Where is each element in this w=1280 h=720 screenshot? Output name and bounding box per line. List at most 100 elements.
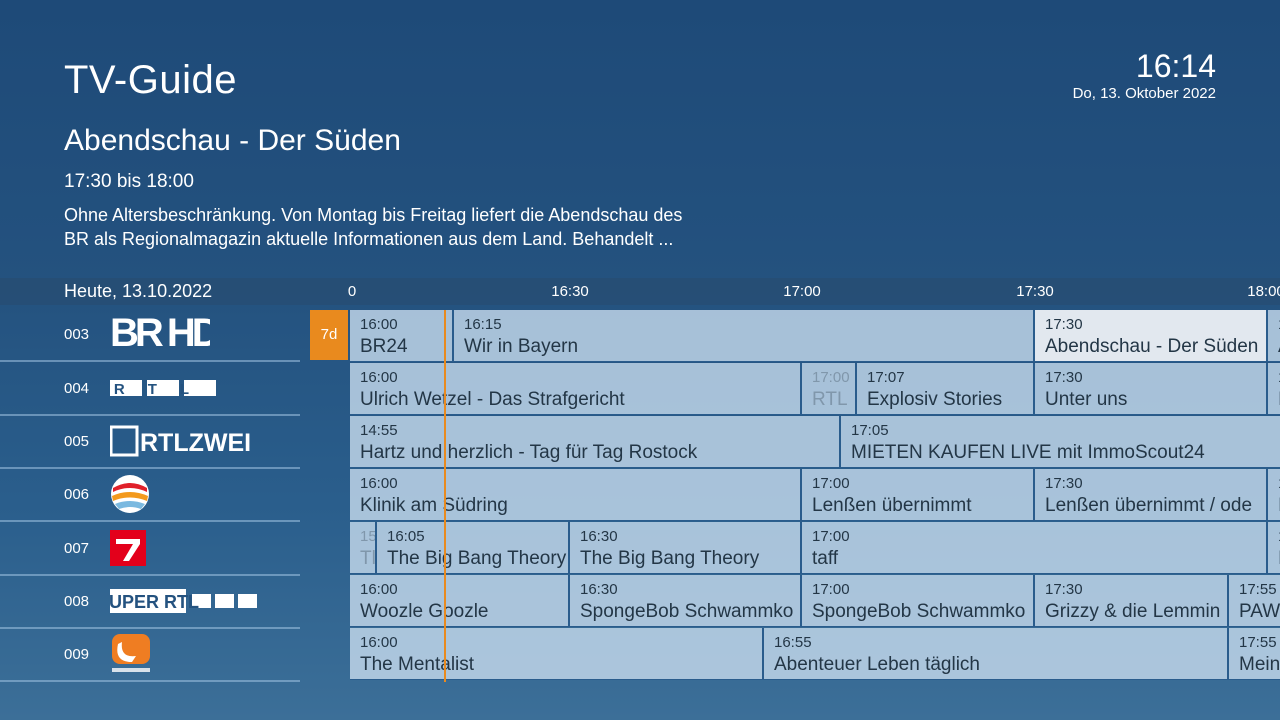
program-name: Wir in Bayern — [464, 336, 579, 357]
program-cell[interactable]: 17:55 PAW — [1229, 575, 1280, 627]
program-cell[interactable]: 16:00 Woozle Goozle — [350, 575, 570, 627]
program-cell-selected[interactable]: 17:30 Abendschau - Der Süden — [1035, 310, 1268, 362]
program-cell[interactable]: 17:55 Mein — [1229, 628, 1280, 680]
channel-number: 007 — [64, 540, 90, 557]
sat1-logo-icon — [110, 475, 150, 513]
program-start: 17:30 — [1045, 581, 1083, 598]
program-cell[interactable]: 16:30 The Big Bang Theory — [570, 522, 802, 574]
channel-number: 005 — [64, 433, 90, 450]
channel-row-006[interactable]: 006 — [0, 468, 300, 522]
program-name: MIETEN KAUFEN LIVE mit ImmoScout24 — [851, 442, 1205, 463]
program-cell[interactable]: 17:30 Lenßen übernimmt / ode — [1035, 469, 1268, 521]
program-cell[interactable]: 17:05 MIETEN KAUFEN LIVE mit ImmoScout24 — [841, 416, 1280, 468]
program-start: 17:00 — [812, 528, 850, 545]
channel-number: 009 — [64, 646, 90, 663]
program-start: 17:30 — [1045, 316, 1083, 333]
program-cell[interactable]: 1I — [1268, 522, 1280, 574]
program-cell[interactable]: 16:55 Abenteuer Leben täglich — [764, 628, 1229, 680]
program-name: Hartz und herzlich - Tag für Tag Rostock — [360, 442, 698, 463]
channel-row-007[interactable]: 007 — [0, 522, 300, 576]
program-cell[interactable]: 17:30 Unter uns — [1035, 363, 1268, 415]
program-name: Explosiv Stories — [867, 389, 1003, 410]
program-start: 16:05 — [387, 528, 425, 545]
program-cell[interactable]: 15 Tl — [350, 522, 377, 574]
program-cell[interactable]: 16:00 Ulrich Wetzel - Das Strafgericht — [350, 363, 802, 415]
program-description: Ohne Altersbeschränkung. Von Montag bis … — [64, 203, 764, 251]
program-cell[interactable]: 17:00 taff — [802, 522, 1268, 574]
clock: 16:14 — [1135, 48, 1216, 84]
channel-number: 006 — [64, 486, 90, 503]
program-start: 17:30 — [1045, 369, 1083, 386]
program-name: Lenßen übernimmt / ode — [1045, 495, 1253, 516]
program-start: 17:55 — [1239, 634, 1277, 651]
svg-text:RTLZWEI: RTLZWEI — [140, 429, 251, 457]
program-start: 17:00 — [812, 475, 850, 492]
program-start: 16:00 — [360, 475, 398, 492]
svg-text:SUPER RTL: SUPER RTL — [110, 592, 199, 612]
channel-row-003[interactable]: 003 BR HD — [0, 308, 300, 362]
br-logo-icon: BR HD — [110, 312, 210, 352]
program-cell[interactable]: 16:30 SpongeBob Schwammko — [570, 575, 802, 627]
program-cell[interactable]: 16:15 Wir in Bayern — [454, 310, 1035, 362]
program-cell[interactable]: 16:00 BR24 — [350, 310, 454, 362]
program-start: 16:15 — [464, 316, 502, 333]
program-cell[interactable]: 16:00 Klinik am Südring — [350, 469, 802, 521]
time-tick: 17:30 — [1016, 283, 1054, 300]
program-cell[interactable]: 17:00 Lenßen übernimmt — [802, 469, 1035, 521]
program-name: Woozle Goozle — [360, 601, 489, 622]
program-cell[interactable]: 1I — [1268, 363, 1280, 415]
app-title: TV-Guide — [64, 58, 237, 102]
program-start: 16:00 — [360, 369, 398, 386]
program-cell[interactable]: 1A — [1268, 310, 1280, 362]
svg-text:BR HD: BR HD — [110, 312, 210, 352]
program-start: 16:55 — [774, 634, 812, 651]
prosieben-logo-icon — [110, 530, 146, 566]
program-name: The Mentalist — [360, 654, 475, 675]
program-name: Grizzy & die Lemmin — [1045, 601, 1221, 622]
program-name: PAW — [1239, 601, 1280, 622]
rtlzwei-logo-icon: RTLZWEI — [110, 423, 270, 459]
program-name: Abendschau - Der Süden — [1045, 336, 1259, 357]
program-name: RTL — [812, 389, 848, 410]
channel-number: 003 — [64, 326, 90, 343]
program-start: 17:30 — [1045, 475, 1083, 492]
program-cell[interactable]: 16:00 The Mentalist — [350, 628, 764, 680]
time-tick: 16:30 — [551, 283, 589, 300]
program-name: Tl — [360, 548, 376, 569]
channel-number: 008 — [64, 593, 90, 610]
channel-row-009[interactable]: 009 — [0, 628, 300, 682]
program-name: Mein — [1239, 654, 1280, 675]
date-label: Do, 13. Oktober 2022 — [1072, 85, 1216, 102]
program-grid: 16:00 BR24 16:15 Wir in Bayern 17:30 Abends… — [350, 308, 1280, 682]
program-name: Ulrich Wetzel - Das Strafgericht — [360, 389, 625, 410]
channel-row-008[interactable]: 008 SUPER RTL — [0, 575, 300, 629]
program-name: SpongeBob Schwammko — [580, 601, 794, 622]
program-name: SpongeBob Schwammko — [812, 601, 1026, 622]
program-cell[interactable]: 17:00 SpongeBob Schwammko — [802, 575, 1035, 627]
channel-number: 004 — [64, 380, 90, 397]
current-time-indicator — [444, 310, 446, 682]
program-name: The Big Bang Theory — [580, 548, 760, 569]
program-cell[interactable]: 17:07 Explosiv Stories — [857, 363, 1035, 415]
program-cell[interactable]: 17:30 Grizzy & die Lemmin — [1035, 575, 1229, 627]
svg-text:RTL: RTL — [114, 381, 212, 398]
time-tick: 17:00 — [783, 283, 821, 300]
program-start: 16:30 — [580, 528, 618, 545]
program-start: 15 — [360, 528, 377, 545]
today-label: Heute, 13.10.2022 — [64, 281, 213, 301]
program-start: 17:55 — [1239, 581, 1277, 598]
program-cell[interactable]: 17:00 RTL — [802, 363, 857, 415]
rtl-logo-icon: RTL — [110, 370, 216, 406]
program-start: 14:55 — [360, 422, 398, 439]
program-cell[interactable]: 16:05 The Big Bang Theory — [377, 522, 570, 574]
program-name: BR24 — [360, 336, 408, 357]
program-start: 17:00 — [812, 581, 850, 598]
program-cell[interactable]: 1I — [1268, 469, 1280, 521]
program-time: 17:30 bis 18:00 — [64, 171, 194, 192]
program-cell[interactable]: 14:55 Hartz und herzlich - Tag für Tag Ro… — [350, 416, 841, 468]
description-line: BR als Regionalmagazin aktuelle Informat… — [64, 229, 674, 249]
channel-row-005[interactable]: 005 RTLZWEI — [0, 415, 300, 469]
channel-row-004[interactable]: 004 RTL — [0, 362, 300, 416]
program-name: Lenßen übernimmt — [812, 495, 972, 516]
program-start: 17:00 — [812, 369, 850, 386]
